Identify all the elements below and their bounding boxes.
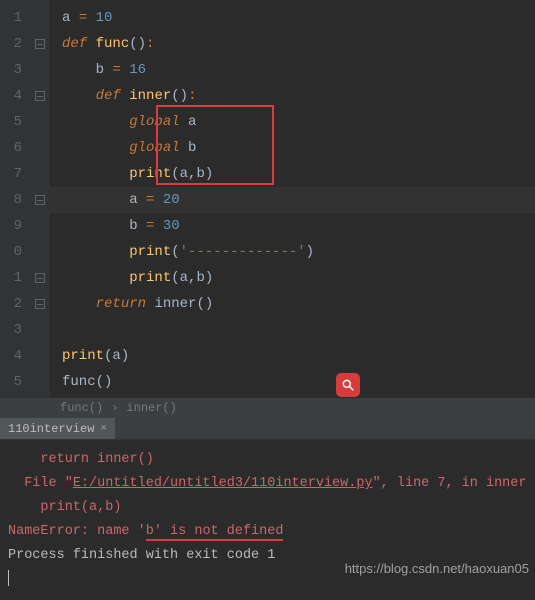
annotation-underline: b' is not defined — [146, 524, 284, 541]
editor-area: 1 2 3 4 5 6 7 8 9 0 1 2 3 4 5 a = 10 def… — [0, 0, 535, 398]
fold-end-icon — [30, 187, 50, 213]
tab-label: 110interview — [8, 422, 94, 436]
code-line[interactable]: global a — [50, 109, 535, 135]
code-line[interactable]: a = 20 — [50, 187, 535, 213]
line-gutter: 1 2 3 4 5 6 7 8 9 0 1 2 3 4 5 — [0, 0, 30, 398]
watermark: https://blog.csdn.net/haoxuan05 — [345, 561, 529, 576]
code-line[interactable]: global b — [50, 135, 535, 161]
file-link[interactable]: E:/untitled/untitled3/110interview.py — [73, 476, 373, 491]
breadcrumb-item[interactable]: inner() — [126, 398, 176, 418]
line-number: 3 — [0, 317, 22, 343]
code-line[interactable]: print(a,b) — [50, 161, 535, 187]
cursor-icon — [8, 570, 9, 586]
code-line[interactable] — [50, 317, 535, 343]
line-number: 5 — [0, 109, 22, 135]
line-number: 8 — [0, 187, 22, 213]
code-area[interactable]: a = 10 def func(): b = 16 def inner(): g… — [50, 0, 535, 398]
line-number: 2 — [0, 31, 22, 57]
traceback-line: print(a,b) — [8, 496, 527, 520]
fold-end-icon — [30, 265, 50, 291]
line-number: 6 — [0, 135, 22, 161]
line-number: 5 — [0, 369, 22, 395]
code-line[interactable]: a = 10 — [50, 5, 535, 31]
line-number: 3 — [0, 57, 22, 83]
console-output[interactable]: return inner() File "E:/untitled/untitle… — [0, 440, 535, 600]
line-number: 2 — [0, 291, 22, 317]
code-line[interactable]: print(a) — [50, 343, 535, 369]
close-icon[interactable]: × — [100, 423, 107, 435]
search-icon — [341, 378, 355, 392]
code-line[interactable]: func() — [50, 369, 535, 395]
code-line[interactable]: print('-------------') — [50, 239, 535, 265]
code-line[interactable]: def inner(): — [50, 83, 535, 109]
line-number: 1 — [0, 5, 22, 31]
error-line: NameError: name 'b' is not defined — [8, 520, 527, 544]
line-number: 9 — [0, 213, 22, 239]
line-number: 4 — [0, 83, 22, 109]
search-button[interactable] — [336, 373, 360, 397]
fold-toggle-icon[interactable] — [30, 83, 50, 109]
fold-end-icon — [30, 291, 50, 317]
traceback-line: return inner() — [8, 448, 527, 472]
tab-bar: 110interview × — [0, 418, 535, 440]
breadcrumb[interactable]: func() › inner() — [0, 398, 535, 418]
code-line[interactable]: print(a,b) — [50, 265, 535, 291]
line-number: 4 — [0, 343, 22, 369]
code-line[interactable]: b = 16 — [50, 57, 535, 83]
line-number: 1 — [0, 265, 22, 291]
code-line[interactable]: return inner() — [50, 291, 535, 317]
code-line[interactable]: b = 30 — [50, 213, 535, 239]
line-number: 0 — [0, 239, 22, 265]
fold-toggle-icon[interactable] — [30, 31, 50, 57]
code-line[interactable]: def func(): — [50, 31, 535, 57]
traceback-line: File "E:/untitled/untitled3/110interview… — [8, 472, 527, 496]
line-number: 7 — [0, 161, 22, 187]
chevron-right-icon: › — [111, 398, 118, 418]
tab-interview[interactable]: 110interview × — [0, 418, 115, 439]
breadcrumb-item[interactable]: func() — [60, 398, 103, 418]
fold-column — [30, 0, 50, 398]
